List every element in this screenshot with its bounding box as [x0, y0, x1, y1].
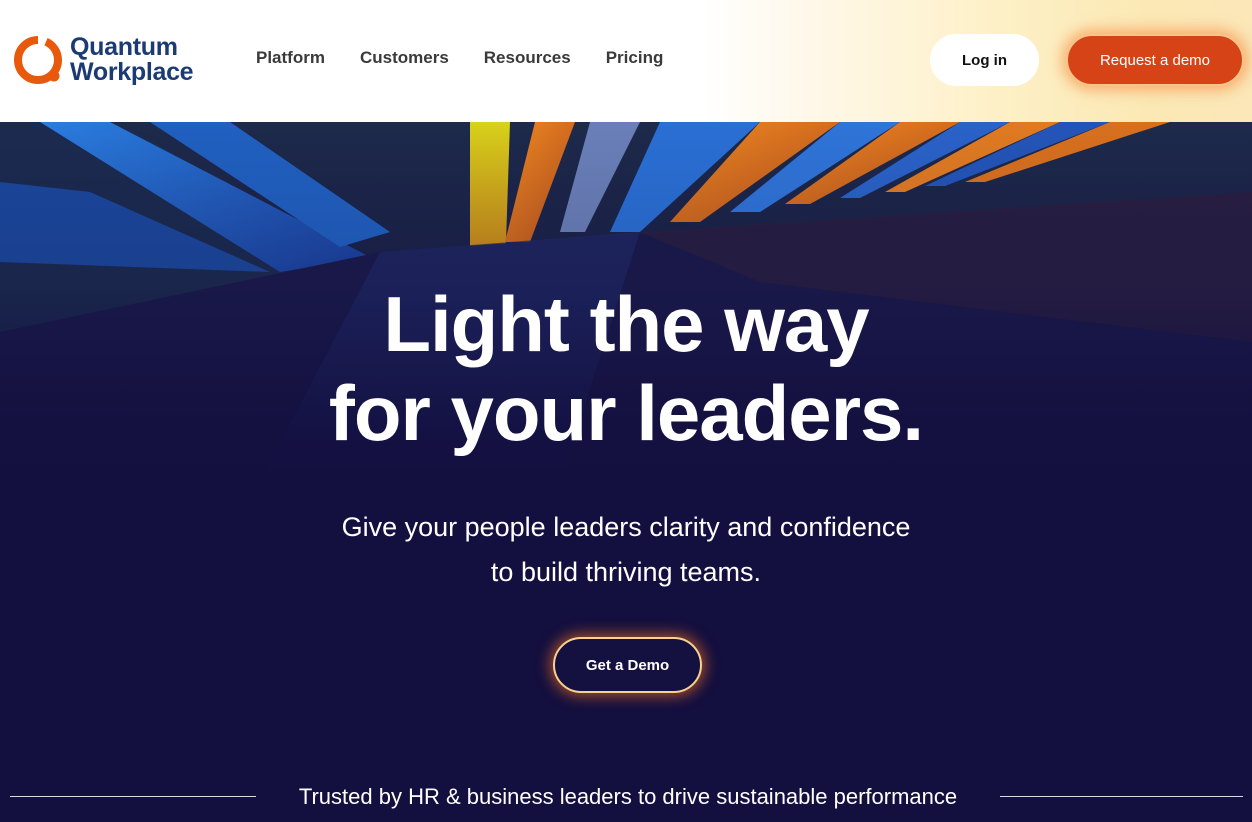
- brand-wordmark: Quantum Workplace: [70, 33, 194, 86]
- trusted-banner: Trusted by HR & business leaders to driv…: [0, 782, 1252, 812]
- quantum-ring-icon: [12, 34, 64, 86]
- nav-item-platform[interactable]: Platform: [256, 48, 325, 68]
- hero-subheading: Give your people leaders clarity and con…: [0, 505, 1252, 595]
- brand-name-line2: Workplace: [70, 58, 194, 86]
- hero-section: Light the way for your leaders. Give you…: [0, 122, 1252, 822]
- get-demo-button[interactable]: Get a Demo: [553, 637, 702, 693]
- hero-headline-line2: for your leaders.: [328, 369, 924, 457]
- main-nav: Platform Customers Resources Pricing: [256, 48, 698, 68]
- hero-subhead-line2: to build thriving teams.: [490, 557, 762, 587]
- login-button[interactable]: Log in: [930, 34, 1039, 86]
- brand-name-line1: Quantum: [70, 33, 178, 61]
- divider-left: [10, 796, 256, 797]
- hero-headline-line1: Light the way: [383, 280, 869, 368]
- brand-logo[interactable]: Quantum Workplace: [12, 32, 217, 88]
- hero-headline: Light the way for your leaders.: [0, 280, 1252, 458]
- request-demo-button[interactable]: Request a demo: [1066, 34, 1244, 86]
- nav-item-customers[interactable]: Customers: [360, 48, 449, 68]
- divider-right: [1000, 796, 1243, 797]
- trusted-text: Trusted by HR & business leaders to driv…: [298, 784, 958, 809]
- site-header: Quantum Workplace Platform Customers Res…: [0, 0, 1252, 122]
- nav-item-pricing[interactable]: Pricing: [606, 48, 664, 68]
- nav-item-resources[interactable]: Resources: [484, 48, 571, 68]
- hero-subhead-line1: Give your people leaders clarity and con…: [341, 512, 911, 542]
